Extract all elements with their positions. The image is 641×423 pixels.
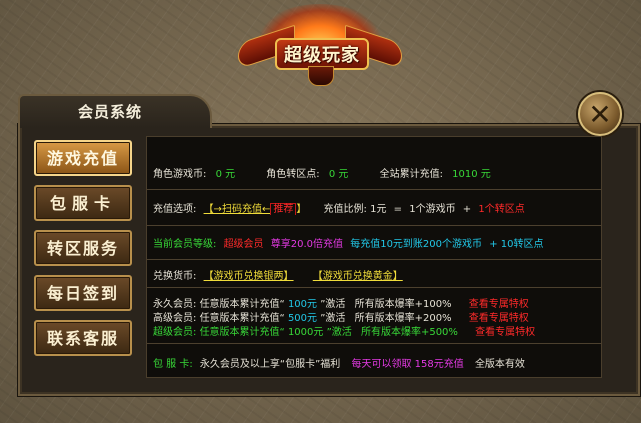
total-recharge-value: 1010 元 [452, 169, 491, 180]
recharge-row: 充值选项: 【→扫码充值← 推荐】 充值比例: 1元 = 1个游戏币 + 1个转区… [153, 200, 597, 215]
exchange-label: 兑换货币: [153, 271, 197, 282]
membership-tier-row: 高级会员: 任意版本累计充值“ 500元 ”激活 所有版本爆率+200% 查看专… [153, 309, 597, 324]
ratio-label: 充值比例: [323, 204, 367, 215]
balance-row: 角色游戏币: 0 元 角色转区点: 0 元 全站累计充值: 1010 元 [153, 165, 597, 180]
tier-drop-rate: 所有版本爆率+500% [360, 327, 458, 338]
tier-activate: ”激活 [326, 327, 352, 338]
super-player-emblem: 超级玩家 [220, 4, 420, 88]
server-card-row: 包 服 卡: 永久会员及以上享“包服卡”福利 每天可以领取 158元充值 全版本… [153, 355, 597, 370]
game-coin-value: 0 元 [215, 169, 236, 180]
sidebar-item-game-recharge[interactable]: 游戏充值 [34, 140, 132, 176]
divider [147, 259, 601, 260]
tier-condition: 任意版本累计充值“ [199, 327, 285, 338]
tier-privilege-link[interactable]: 查看专属特权 [469, 309, 529, 324]
game-coin-label: 角色游戏币: [153, 169, 207, 180]
membership-tier-row: 永久会员: 任意版本累计充值“ 100元 ”激活 所有版本爆率+100% 查看专… [153, 295, 597, 310]
ratio-game-coin: 1个游戏币 [409, 204, 456, 215]
scan-recharge-link[interactable]: 【→扫码充值← [204, 204, 271, 215]
recharge-options-label: 充值选项: [153, 204, 197, 215]
divider [147, 343, 601, 344]
ratio-transfer-point: 1个转区点 [478, 204, 525, 215]
window-title: 会员系统 [78, 103, 143, 121]
member-level-label: 当前会员等级: [153, 239, 217, 250]
exchange-silver-link[interactable]: 【游戏币兑换银两】 [204, 267, 294, 282]
sidebar-item-server-card[interactable]: 包服卡 [34, 185, 132, 221]
ratio-yuan: 1元 [370, 204, 387, 215]
server-card-validity: 全版本有效 [474, 359, 525, 370]
sidebar: 游戏充值 包服卡 转区服务 每日签到 联系客服 [34, 140, 134, 365]
sidebar-item-contact-support[interactable]: 联系客服 [34, 320, 132, 356]
emblem-badge [308, 66, 334, 86]
sidebar-item-transfer-service[interactable]: 转区服务 [34, 230, 132, 266]
recommend-badge: 推荐 [270, 203, 297, 215]
ratio-plus: + [462, 204, 472, 215]
exchange-row: 兑换货币: 【游戏币兑换银两】 【游戏币兑换黄金】 [153, 267, 597, 282]
divider [147, 287, 601, 288]
tier-drop-rate: 所有版本爆率+200% [354, 313, 452, 324]
member-perk-coins: 每充值10元到账200个游戏币 [350, 239, 483, 250]
window-title-tab: 会员系统 [18, 94, 212, 128]
exchange-gold-link[interactable]: 【游戏币兑换黄金】 [313, 267, 403, 282]
close-icon: ✕ [588, 97, 612, 131]
total-recharge-label: 全站累计充值: [379, 169, 443, 180]
server-card-benefit: 永久会员及以上享“包服卡”福利 [199, 359, 341, 370]
emblem-title: 超级玩家 [284, 45, 360, 66]
member-perk-points: + 10转区点 [489, 239, 544, 250]
member-level-value: 超级会员 [223, 239, 264, 250]
member-perk-multiplier: 尊享20.0倍充值 [270, 239, 344, 250]
transfer-points-value: 0 元 [328, 169, 349, 180]
tier-amount: 1000元 [287, 327, 324, 338]
divider [147, 189, 601, 190]
server-card-label: 包 服 卡: [153, 359, 193, 370]
tier-drop-rate: 所有版本爆率+100% [354, 299, 452, 310]
member-level-row: 当前会员等级: 超级会员 尊享20.0倍充值 每充值10元到账200个游戏币 +… [153, 235, 597, 250]
membership-tier-row: 超级会员: 任意版本累计充值“ 1000元 ”激活 所有版本爆率+500% 查看… [153, 323, 597, 338]
content-panel: 角色游戏币: 0 元 角色转区点: 0 元 全站累计充值: 1010 元 充值选… [146, 136, 602, 378]
bracket-close: 】 [296, 204, 307, 215]
tier-privilege-link[interactable]: 查看专属特权 [475, 323, 535, 338]
ratio-equals: = [393, 204, 403, 215]
sidebar-item-daily-checkin[interactable]: 每日签到 [34, 275, 132, 311]
divider [147, 225, 601, 226]
tier-name: 超级会员: [153, 327, 197, 338]
close-button[interactable]: ✕ [578, 92, 622, 136]
transfer-points-label: 角色转区点: [266, 169, 320, 180]
tier-privilege-link[interactable]: 查看专属特权 [469, 295, 529, 310]
server-card-daily: 每天可以领取 158元充值 [351, 359, 464, 370]
